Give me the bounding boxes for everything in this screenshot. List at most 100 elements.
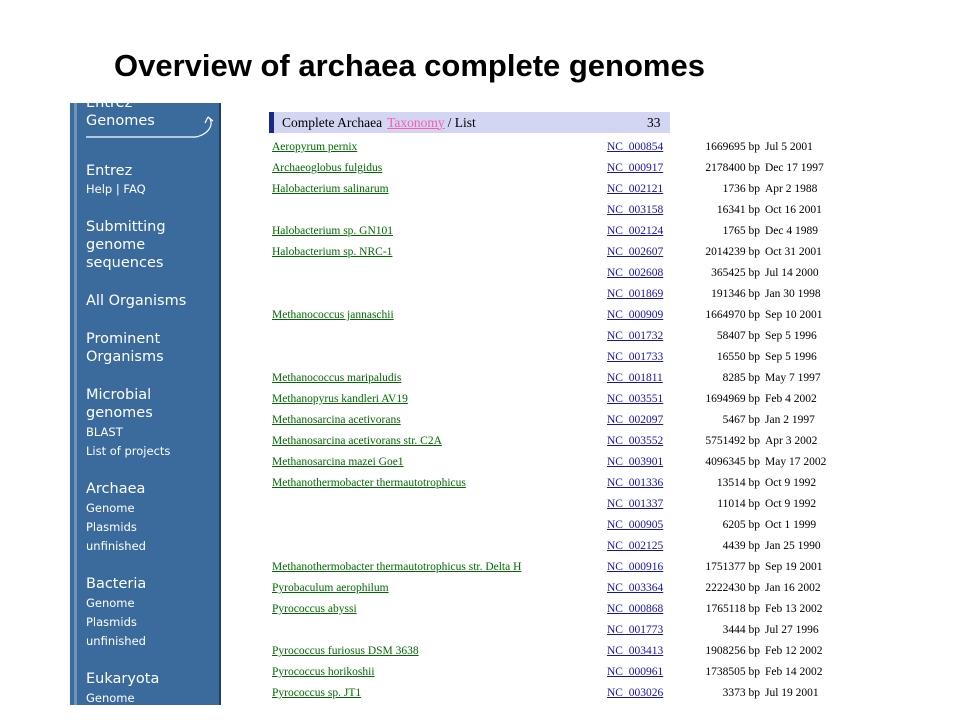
genome-size: 1669695 bp: [705, 141, 760, 153]
genome-size: 1908256 bp: [705, 645, 760, 657]
table-row: Methanococcus maripaludis NC_001811 8285 b…: [70, 368, 960, 389]
accession-link[interactable]: NC_000854: [607, 137, 663, 158]
genome-size: 6205 bp: [722, 519, 760, 531]
release-date: Jul 5 2001: [765, 141, 813, 153]
organism-link[interactable]: Methanothermobacter thermautotrophicus s…: [272, 557, 521, 578]
release-date: Oct 16 2001: [765, 204, 822, 216]
accession-link[interactable]: NC_003364: [607, 578, 663, 599]
organism-link[interactable]: Methanococcus jannaschii: [272, 305, 394, 326]
genome-size: 1765 bp: [722, 225, 760, 237]
genome-size: 2014239 bp: [705, 246, 760, 258]
table-row: Halobacterium sp. NRC-1 NC_002607 2014239 …: [70, 242, 960, 263]
release-date: Sep 19 2001: [765, 561, 823, 573]
organism-link[interactable]: Pyrococcus furiosus DSM 3638: [272, 641, 419, 662]
genome-count: 33: [643, 112, 670, 133]
accession-link[interactable]: NC_003551: [607, 389, 663, 410]
organism-link[interactable]: Pyrococcus horikoshii: [272, 662, 375, 683]
accession-link[interactable]: NC_001336: [607, 473, 663, 494]
accession-link[interactable]: NC_003413: [607, 641, 663, 662]
accession-link[interactable]: NC_002097: [607, 410, 663, 431]
genome-size: 2222430 bp: [705, 582, 760, 594]
accession-link[interactable]: NC_000905: [607, 515, 663, 536]
organism-link[interactable]: Methanosarcina acetivorans: [272, 410, 401, 431]
table-row: Pyrococcus furiosus DSM 3638 NC_003413 190…: [70, 641, 960, 662]
release-date: Sep 5 1996: [765, 330, 817, 342]
release-date: Jan 25 1990: [765, 540, 821, 552]
genome-size: 1694969 bp: [705, 393, 760, 405]
organism-link[interactable]: Pyrococcus sp. JT1: [272, 683, 361, 704]
genome-size: 5751492 bp: [705, 435, 760, 447]
genome-size: 11014 bp: [717, 498, 760, 510]
accession-link[interactable]: NC_001811: [607, 368, 663, 389]
table-row: Methanothermobacter thermautotrophicus s…: [70, 557, 960, 578]
table-row: Methanothermobacter thermautotrophicus NC…: [70, 473, 960, 494]
release-date: Feb 12 2002: [765, 645, 823, 657]
table-row: Pyrococcus sp. JT1 NC_003026 3373 bp Jul 19…: [70, 683, 960, 704]
table-row: Methanopyrus kandleri AV19 NC_003551 16949…: [70, 389, 960, 410]
genome-size: 1751377 bp: [705, 561, 760, 573]
sidebar-logo-entrez[interactable]: Entrez: [86, 103, 132, 112]
accession-link[interactable]: NC_002608: [607, 263, 663, 284]
genome-size: 5467 bp: [722, 414, 760, 426]
taxonomy-link[interactable]: Taxonomy: [387, 115, 445, 131]
release-date: Jul 19 2001: [765, 687, 819, 699]
release-date: Oct 9 1992: [765, 477, 817, 489]
accession-link[interactable]: NC_003552: [607, 431, 663, 452]
accession-link[interactable]: NC_000868: [607, 599, 663, 620]
release-date: Jul 14 2000: [765, 267, 819, 279]
table-row: Archaeoglobus fulgidus NC_000917 2178400 b…: [70, 158, 960, 179]
accession-link[interactable]: NC_001773: [607, 620, 663, 641]
accession-link[interactable]: NC_003026: [607, 683, 663, 704]
organism-link[interactable]: Pyrobaculum aerophilum: [272, 578, 389, 599]
table-row: Methanosarcina mazei Goe1 NC_003901 409634…: [70, 452, 960, 473]
accession-link[interactable]: NC_002125: [607, 536, 663, 557]
organism-link[interactable]: Halobacterium sp. NRC-1: [272, 242, 392, 263]
release-date: Dec 17 1997: [765, 162, 824, 174]
genome-size: 13514 bp: [716, 477, 760, 489]
accession-link[interactable]: NC_000917: [607, 158, 663, 179]
accession-link[interactable]: NC_001869: [607, 284, 663, 305]
organism-link[interactable]: Halobacterium sp. GN101: [272, 221, 393, 242]
organism-link[interactable]: Aeropyrum pernix: [272, 137, 357, 158]
release-date: Oct 31 2001: [765, 246, 822, 258]
accession-link[interactable]: NC_000916: [607, 557, 663, 578]
organism-link[interactable]: Archaeoglobus fulgidus: [272, 158, 382, 179]
organism-link[interactable]: Halobacterium salinarum: [272, 179, 389, 200]
genome-size: 16341 bp: [716, 204, 760, 216]
accession-link[interactable]: NC_001733: [607, 347, 663, 368]
release-date: Jan 30 1998: [765, 288, 821, 300]
accession-link[interactable]: NC_001732: [607, 326, 663, 347]
genome-size: 8285 bp: [722, 372, 760, 384]
genome-size: 16550 bp: [716, 351, 760, 363]
organism-link[interactable]: Methanopyrus kandleri AV19: [272, 389, 408, 410]
accession-link[interactable]: NC_002607: [607, 242, 663, 263]
table-row: Methanosarcina acetivorans NC_002097 5467 …: [70, 410, 960, 431]
genome-size: 191346 bp: [711, 288, 760, 300]
accession-link[interactable]: NC_003901: [607, 452, 663, 473]
entrez-genomes-screenshot: Entrez Genomes Entrez Help | FAQ Submitt…: [70, 103, 960, 705]
organism-link[interactable]: Methanothermobacter thermautotrophicus: [272, 473, 466, 494]
slide-title: Overview of archaea complete genomes: [114, 48, 705, 83]
organism-link[interactable]: Methanosarcina mazei Goe1: [272, 452, 404, 473]
genome-size: 1765118 bp: [705, 603, 760, 615]
release-date: Apr 2 1988: [765, 183, 818, 195]
table-row: NC_003158 16341 bp Oct 16 2001: [70, 200, 960, 221]
accession-link[interactable]: NC_000961: [607, 662, 663, 683]
release-date: May 7 1997: [765, 372, 821, 384]
organism-link[interactable]: Methanosarcina acetivorans str. C2A: [272, 431, 442, 452]
release-date: Feb 13 2002: [765, 603, 823, 615]
organism-link[interactable]: Methanococcus maripaludis: [272, 368, 401, 389]
accession-link[interactable]: NC_003158: [607, 200, 663, 221]
release-date: Jan 2 1997: [765, 414, 815, 426]
sidebar-logo-genomes[interactable]: Genomes: [86, 112, 155, 130]
genome-size: 1738505 bp: [705, 666, 760, 678]
accession-link[interactable]: NC_001337: [607, 494, 663, 515]
table-row: Methanosarcina acetivorans str. C2A NC_00…: [70, 431, 960, 452]
accession-link[interactable]: NC_002124: [607, 221, 663, 242]
release-date: Sep 5 1996: [765, 351, 817, 363]
accession-link[interactable]: NC_000909: [607, 305, 663, 326]
table-header: Complete Archaea Taxonomy / List: [269, 112, 664, 133]
accession-link[interactable]: NC_002121: [607, 179, 663, 200]
release-date: Feb 14 2002: [765, 666, 823, 678]
organism-link[interactable]: Pyrococcus abyssi: [272, 599, 357, 620]
